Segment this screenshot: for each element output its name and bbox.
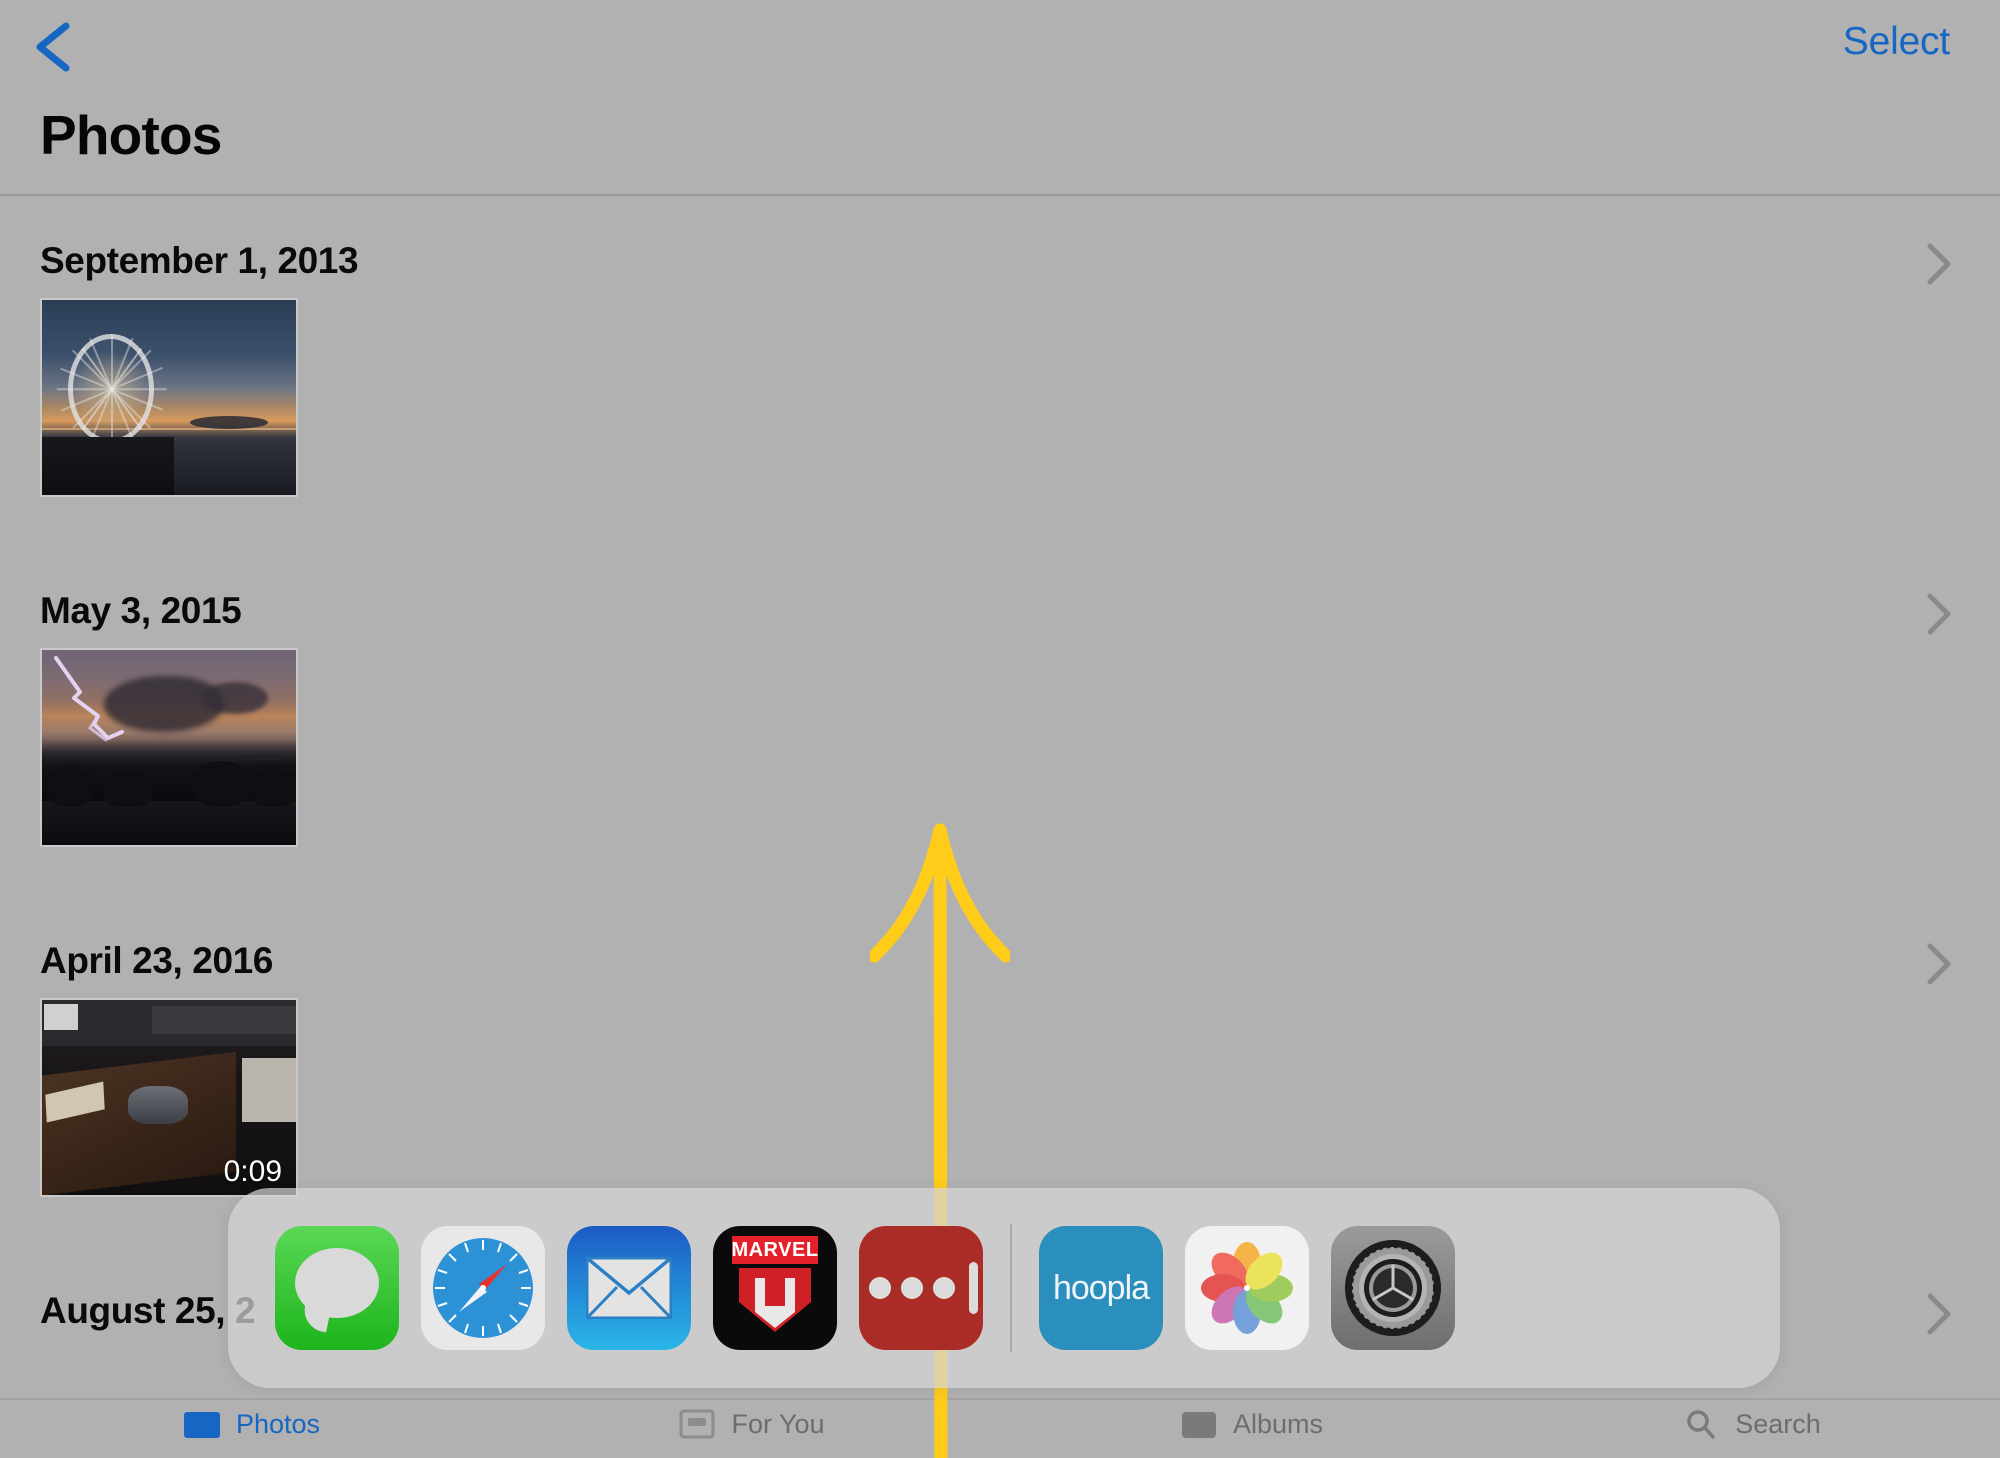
chevron-right-icon[interactable]: [1926, 592, 1952, 636]
chevron-right-icon[interactable]: [1926, 1292, 1952, 1336]
dock-app-messages[interactable]: [264, 1188, 410, 1388]
dock-app-mail[interactable]: [556, 1188, 702, 1388]
video-duration-badge: 0:09: [223, 1155, 282, 1188]
photo-thumbnail[interactable]: [40, 298, 298, 497]
tab-bar: Photos For You Albums Search: [0, 1398, 2000, 1458]
moment-thumbnail-row: [0, 298, 2000, 548]
safari-icon: [421, 1226, 545, 1350]
navigation-bar: Select Photos: [0, 0, 2000, 196]
page-title: Photos: [40, 104, 222, 166]
moment-date: August 25, 2: [40, 1290, 256, 1331]
photo-thumbnail-video[interactable]: 0:09: [40, 998, 298, 1197]
moment-date: May 3, 2015: [40, 590, 242, 631]
photo-thumbnail[interactable]: [40, 648, 298, 847]
chevron-right-icon[interactable]: [1926, 242, 1952, 286]
moment-section: May 3, 2015: [0, 548, 2000, 898]
tab-photos[interactable]: Photos: [0, 1400, 500, 1458]
tab-albums[interactable]: Albums: [1000, 1400, 1500, 1458]
photo-ferris-wheel-sunset: [42, 300, 296, 495]
tab-search-label: Search: [1735, 1409, 1821, 1439]
marvel-icon: MARVEL: [713, 1226, 837, 1350]
moment-header[interactable]: September 1, 2013: [0, 198, 2000, 298]
photos-tab-icon: [183, 1412, 220, 1438]
dock-app-photos[interactable]: [1174, 1188, 1320, 1388]
mail-icon: [567, 1226, 691, 1350]
hoopla-icon: hoopla: [1039, 1226, 1163, 1350]
photos-pinwheel-icon: [1185, 1226, 1309, 1350]
select-button[interactable]: Select: [1843, 20, 1950, 64]
password-dots-icon: [859, 1226, 983, 1350]
tab-for-you[interactable]: For You: [500, 1400, 1000, 1458]
dock-recents-divider: [1010, 1224, 1012, 1352]
settings-gear-icon: [1331, 1226, 1455, 1350]
moment-header[interactable]: April 23, 2016: [0, 898, 2000, 998]
ipad-photos-screen: Select Photos September 1, 2013 May 3, 2…: [0, 0, 2000, 1458]
moment-header[interactable]: May 3, 2015: [0, 548, 2000, 648]
dock-app-1password[interactable]: [848, 1188, 994, 1388]
hoopla-wordmark: hoopla: [1052, 1268, 1150, 1307]
moment-date: September 1, 2013: [40, 240, 359, 281]
dock-app-hoopla[interactable]: hoopla: [1028, 1188, 1174, 1388]
tab-search[interactable]: Search: [1500, 1400, 2000, 1458]
dock-app-settings[interactable]: [1320, 1188, 1466, 1388]
dock-app-safari[interactable]: [410, 1188, 556, 1388]
tab-photos-label: Photos: [235, 1409, 321, 1439]
marvel-wordmark: MARVEL: [731, 1238, 819, 1261]
messages-icon: [275, 1226, 399, 1350]
photo-lightning-storm: [42, 650, 296, 845]
moment-thumbnail-row: [0, 648, 2000, 898]
moment-date: April 23, 2016: [40, 940, 273, 981]
dock-app-marvel-unlimited[interactable]: MARVEL: [702, 1188, 848, 1388]
chevron-right-icon[interactable]: [1926, 942, 1952, 986]
moment-section: September 1, 2013: [0, 198, 2000, 548]
back-chevron-left-icon[interactable]: [22, 16, 84, 78]
albums-tab-icon: [1181, 1412, 1216, 1438]
search-tab-icon: [1687, 1410, 1715, 1439]
ipad-dock: MARVEL hoopla: [228, 1188, 1780, 1388]
tab-for-you-label: For You: [731, 1409, 825, 1439]
for-you-tab-icon: [679, 1409, 715, 1439]
tab-albums-label: Albums: [1232, 1409, 1324, 1439]
